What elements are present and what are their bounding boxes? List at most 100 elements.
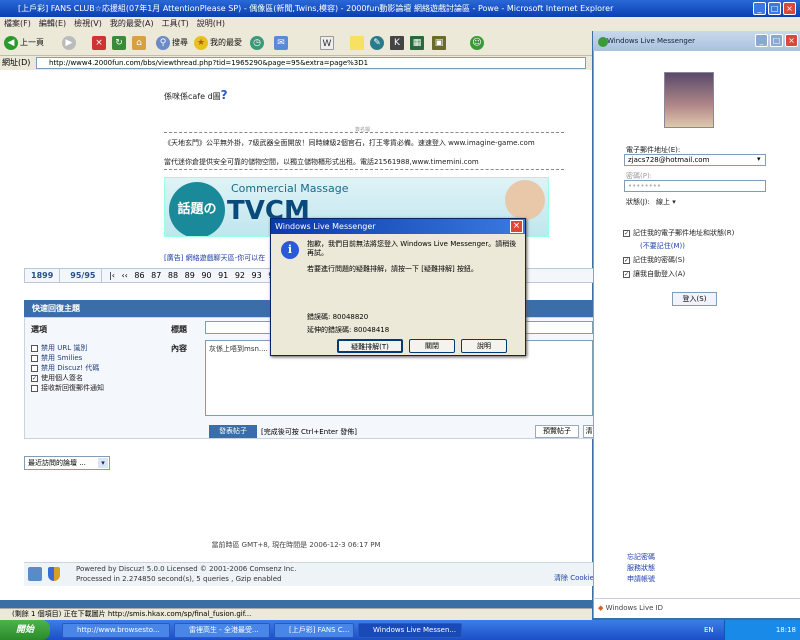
msn-maximize-button[interactable]: □ xyxy=(770,34,783,47)
pager-current: 95/95 xyxy=(64,269,103,283)
checkbox-checked[interactable]: ✓ xyxy=(623,229,630,237)
grid-icon: ▦ xyxy=(410,35,424,50)
page-link[interactable]: 89 xyxy=(185,269,195,283)
dialog-close-button[interactable]: × xyxy=(510,220,523,233)
pager-prev[interactable]: ‹‹ xyxy=(121,269,127,283)
page-link[interactable]: 88 xyxy=(168,269,178,283)
menu-help[interactable]: 說明(H) xyxy=(197,19,225,28)
task-button-browser[interactable]: http://www.browsesto... xyxy=(62,623,170,638)
checkbox[interactable] xyxy=(31,384,38,392)
email-input[interactable]: zjacs728@hotmail.com xyxy=(624,154,766,166)
minimize-button[interactable]: _ xyxy=(753,2,766,15)
display-picture[interactable] xyxy=(664,72,714,128)
password-input[interactable]: •••••••• xyxy=(624,180,766,192)
status-bar: (剩餘 1 個項目) 正在下載圖片 http://smis.hkax.com/s… xyxy=(0,608,592,620)
checkbox[interactable] xyxy=(31,364,38,372)
submit-post-button[interactable]: 發表帖子 xyxy=(209,425,257,438)
refresh-button[interactable]: ↻ xyxy=(112,34,128,52)
home-button[interactable]: ⌂ xyxy=(132,34,148,52)
ie-title-bar: [上戶彩] FANS CLUB☆応援組(07年1月 AttentionPleas… xyxy=(0,0,800,17)
checkbox-checked[interactable]: ✓ xyxy=(623,256,630,264)
favorites-button[interactable]: ★ 我的最愛 xyxy=(194,34,242,52)
menu-file[interactable]: 檔案(F) xyxy=(4,19,31,28)
note-button[interactable] xyxy=(350,34,366,52)
ad-line-1[interactable]: 《天地玄門》公平無外掛，7級武器全面開放！同時練級2個官石，打王零貨必備。速速登… xyxy=(164,138,564,148)
maximize-button[interactable]: □ xyxy=(768,2,781,15)
option-email-notify[interactable]: 接收新回復郵件通知 xyxy=(31,383,104,393)
troubleshoot-button[interactable]: 疑難排解(T) xyxy=(337,339,403,353)
dialog-close-btn[interactable]: 關閉 xyxy=(409,339,455,353)
messenger-button[interactable]: ☺ xyxy=(470,34,486,52)
preview-button[interactable]: 預覽帖子 xyxy=(535,425,579,438)
remember-password-option[interactable]: ✓ 記住我的密碼(S) xyxy=(623,255,685,265)
clock: 18:18 xyxy=(775,626,796,634)
option-disable-url[interactable]: 禁用 URL 識別 xyxy=(31,343,87,353)
back-button[interactable]: ◀ 上一頁 xyxy=(4,34,44,52)
clear-cookie-link[interactable]: 清除 Cookie xyxy=(554,573,594,583)
dialog-help-button[interactable]: 說明 xyxy=(461,339,507,353)
page-link[interactable]: 90 xyxy=(201,269,211,283)
menu-edit[interactable]: 編輯(E) xyxy=(39,19,66,28)
k-icon: K xyxy=(390,35,404,50)
task-button-forum[interactable]: 雷裡高生 - 全港最受... xyxy=(174,623,270,638)
dialog-title: Windows Live Messenger xyxy=(271,219,525,234)
powered-by[interactable]: Powered by Discuz! 5.0.0 Licensed © 2001… xyxy=(76,565,296,573)
star-icon: ★ xyxy=(194,35,208,50)
page-link[interactable]: 93 xyxy=(252,269,262,283)
title-label: 標題 xyxy=(171,325,187,334)
msn-minimize-button[interactable]: _ xyxy=(755,34,768,47)
status-select[interactable]: 線上 ▾ xyxy=(656,197,676,207)
option-disable-smilies[interactable]: 禁用 Smilies xyxy=(31,353,82,363)
system-tray: 18:18 xyxy=(724,620,800,640)
menu-favorites[interactable]: 我的最愛(A) xyxy=(110,19,154,28)
close-button[interactable]: × xyxy=(783,2,796,15)
document-icon: W xyxy=(320,35,334,50)
banner-badge: 話題の xyxy=(169,182,225,236)
task-button-messenger[interactable]: Windows Live Messen... xyxy=(358,623,462,638)
start-button[interactable]: 開始 xyxy=(0,620,50,640)
get-account-link[interactable]: 申請帳號 xyxy=(627,574,655,584)
service-status-link[interactable]: 服務狀態 xyxy=(627,563,655,573)
history-icon: ◷ xyxy=(250,35,264,50)
page-link[interactable]: 86 xyxy=(134,269,144,283)
forward-button[interactable]: ▶ xyxy=(62,34,78,52)
search-button[interactable]: ⚲ 搜尋 xyxy=(156,34,188,52)
menu-view[interactable]: 檢視(V) xyxy=(74,19,102,28)
forgot-password-link[interactable]: 忘記密碼 xyxy=(627,552,655,562)
info-icon: i xyxy=(281,241,299,259)
checkbox-checked[interactable]: ✓ xyxy=(31,374,38,382)
note-icon xyxy=(350,35,364,50)
chevron-down-icon[interactable]: ▾ xyxy=(757,155,761,163)
photo-tool-button[interactable]: ▣ xyxy=(432,34,448,52)
edit-button[interactable]: W xyxy=(320,34,336,52)
history-button[interactable]: ◷ xyxy=(250,34,266,52)
remember-me-option[interactable]: ✓ 記住我的電子郵件地址和狀態(R) xyxy=(623,228,734,238)
task-button-fansclub[interactable]: [上戶彩] FANS C... xyxy=(274,623,354,638)
language-indicator[interactable]: EN xyxy=(704,626,714,634)
menu-tools[interactable]: 工具(T) xyxy=(162,19,189,28)
auto-login-option[interactable]: ✓ 讓我自動登入(A) xyxy=(623,269,685,279)
page-link[interactable]: 91 xyxy=(218,269,228,283)
login-button[interactable]: 登入(S) xyxy=(672,292,717,306)
pager-first[interactable]: |‹ xyxy=(109,269,115,283)
pen-button[interactable]: ✎ xyxy=(370,34,386,52)
checkbox-checked[interactable]: ✓ xyxy=(623,270,630,278)
messenger-footer-divider xyxy=(593,598,800,599)
tool-k-button[interactable]: K xyxy=(390,34,406,52)
address-label: 網址(D) xyxy=(2,58,31,67)
option-use-signature[interactable]: ✓ 使用個人簽名 xyxy=(31,373,83,383)
forum-jump-select[interactable]: 最近訪問的論壇 ... ▾ xyxy=(24,456,110,470)
address-input[interactable]: http://www4.2000fun.com/bbs/viewthread.p… xyxy=(36,57,586,69)
stop-button[interactable]: × xyxy=(92,34,108,52)
forget-me-link[interactable]: (不要記住(M)) xyxy=(640,241,685,251)
checkbox[interactable] xyxy=(31,344,38,352)
mail-button[interactable]: ✉ xyxy=(274,34,290,52)
ad-line-2[interactable]: 當代迷你倉提供安全可靠的儲物空間，以獨立儲物櫃形式出租。電話21561988,w… xyxy=(164,157,564,167)
option-disable-discuz[interactable]: 禁用 Discuz! 代碼 xyxy=(31,363,99,373)
page-link[interactable]: 92 xyxy=(235,269,245,283)
grid-tool-button[interactable]: ▦ xyxy=(410,34,426,52)
msn-close-button[interactable]: × xyxy=(785,34,798,47)
menu-bar: 檔案(F) 編輯(E) 檢視(V) 我的最愛(A) 工具(T) 說明(H) xyxy=(0,17,800,31)
page-link[interactable]: 87 xyxy=(151,269,161,283)
checkbox[interactable] xyxy=(31,354,38,362)
